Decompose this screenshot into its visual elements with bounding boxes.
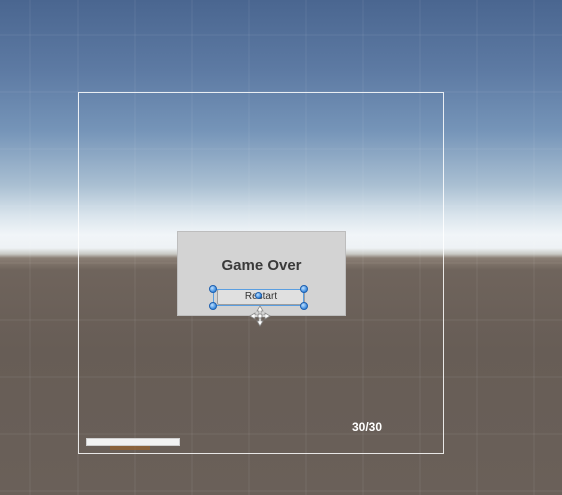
scene-view[interactable]: Game Over Restart 30/30 bbox=[0, 0, 562, 495]
selection-rect-top bbox=[213, 289, 304, 290]
selection-handle-icon[interactable] bbox=[300, 285, 308, 293]
game-over-panel[interactable]: Game Over Restart bbox=[177, 231, 346, 316]
selection-handle-icon[interactable] bbox=[300, 302, 308, 310]
selection-handle-icon[interactable] bbox=[255, 292, 262, 299]
game-over-title: Game Over bbox=[221, 257, 302, 274]
ammo-counter: 30/30 bbox=[352, 420, 383, 434]
health-bar bbox=[86, 438, 180, 446]
move-pivot-icon[interactable] bbox=[249, 305, 271, 327]
selection-handle-icon[interactable] bbox=[209, 285, 217, 293]
selection-handle-icon[interactable] bbox=[209, 302, 217, 310]
health-bar-label bbox=[110, 446, 150, 450]
